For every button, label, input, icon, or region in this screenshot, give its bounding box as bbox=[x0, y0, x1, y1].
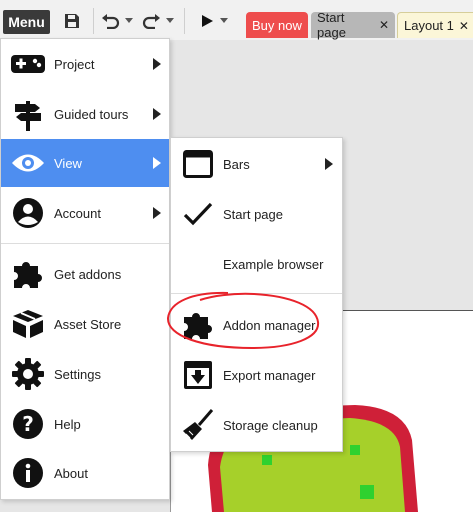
menu-item-asset-store[interactable]: Asset Store bbox=[1, 300, 169, 348]
chevron-right-icon bbox=[153, 207, 161, 219]
menu-item-view[interactable]: View bbox=[1, 139, 169, 187]
play-icon[interactable] bbox=[197, 10, 217, 32]
menu-item-label: Project bbox=[54, 56, 95, 72]
menu-item-label: View bbox=[54, 155, 82, 171]
menu-item-project[interactable]: Project bbox=[1, 40, 169, 88]
annotation-circle bbox=[166, 291, 320, 350]
chevron-right-icon bbox=[325, 158, 333, 170]
chevron-right-icon bbox=[153, 58, 161, 70]
box-icon bbox=[10, 306, 46, 342]
puzzle-icon bbox=[10, 256, 46, 292]
eye-icon bbox=[10, 145, 46, 181]
gamepad-icon bbox=[10, 46, 46, 82]
main-menu: Project Guided tours View Account Get ad… bbox=[0, 38, 170, 500]
svg-text:?: ? bbox=[22, 412, 34, 436]
toolbar-divider bbox=[184, 8, 185, 34]
submenu-item-label: Bars bbox=[223, 156, 250, 172]
tab-label: Buy now bbox=[252, 17, 302, 33]
menu-item-guided-tours[interactable]: Guided tours bbox=[1, 90, 169, 138]
menu-item-help[interactable]: ? Help bbox=[1, 400, 169, 448]
menu-item-label: Get addons bbox=[54, 266, 122, 282]
redo-dropdown-icon[interactable] bbox=[165, 10, 175, 32]
menu-item-label: Help bbox=[54, 416, 81, 432]
submenu-item-bars[interactable]: Bars bbox=[171, 140, 342, 188]
tab-layout-1[interactable]: Layout 1 ✕ bbox=[397, 12, 473, 38]
account-icon bbox=[10, 195, 46, 231]
submenu-item-export-manager[interactable]: Export manager bbox=[171, 351, 342, 399]
menu-item-label: Settings bbox=[54, 366, 101, 382]
chevron-right-icon bbox=[153, 157, 161, 169]
tab-label: Start page bbox=[317, 10, 346, 40]
info-icon bbox=[10, 455, 46, 491]
window-icon bbox=[180, 146, 216, 182]
menu-item-label: About bbox=[54, 465, 88, 481]
menu-divider bbox=[1, 243, 169, 244]
menu-item-account[interactable]: Account bbox=[1, 189, 169, 237]
submenu-item-example-browser[interactable]: Example browser bbox=[171, 240, 342, 288]
sprite-eye bbox=[262, 455, 272, 465]
chevron-right-icon bbox=[153, 108, 161, 120]
menu-item-label: Asset Store bbox=[54, 316, 122, 332]
close-icon[interactable]: ✕ bbox=[379, 18, 389, 32]
submenu-item-label: Start page bbox=[223, 206, 283, 222]
menu-item-label: Guided tours bbox=[54, 106, 129, 122]
play-dropdown-icon[interactable] bbox=[219, 10, 229, 32]
submenu-item-storage-cleanup[interactable]: Storage cleanup bbox=[171, 401, 342, 449]
menu-button[interactable]: Menu bbox=[3, 10, 50, 34]
help-icon: ? bbox=[10, 406, 46, 442]
signpost-icon bbox=[10, 96, 46, 132]
menu-item-settings[interactable]: Settings bbox=[1, 350, 169, 398]
submenu-item-label: Storage cleanup bbox=[223, 417, 318, 433]
export-icon bbox=[180, 357, 216, 393]
tab-start-page[interactable]: Start page ✕ bbox=[311, 10, 395, 40]
broom-icon bbox=[180, 407, 216, 443]
sprite-eye bbox=[350, 445, 360, 455]
submenu-item-label: Export manager bbox=[223, 367, 316, 383]
tab-label: Layout 1 bbox=[404, 18, 454, 33]
menu-item-label: Account bbox=[54, 205, 101, 221]
sprite-mouth bbox=[360, 485, 374, 499]
close-icon[interactable]: ✕ bbox=[459, 19, 469, 33]
save-icon[interactable] bbox=[60, 10, 84, 32]
toolbar-divider bbox=[93, 8, 94, 34]
main-toolbar: Menu Buy now Start page ✕ Layout 1 ✕ bbox=[0, 0, 473, 41]
submenu-item-label: Example browser bbox=[223, 256, 324, 272]
menu-item-about[interactable]: About bbox=[1, 449, 169, 497]
tab-buy-now[interactable]: Buy now bbox=[246, 12, 308, 38]
gear-icon bbox=[10, 356, 46, 392]
undo-dropdown-icon[interactable] bbox=[124, 10, 134, 32]
menu-item-get-addons[interactable]: Get addons bbox=[1, 250, 169, 298]
submenu-item-start-page[interactable]: Start page bbox=[171, 190, 342, 238]
undo-icon[interactable] bbox=[100, 10, 122, 32]
checkmark-icon bbox=[180, 196, 216, 232]
redo-icon[interactable] bbox=[140, 10, 162, 32]
